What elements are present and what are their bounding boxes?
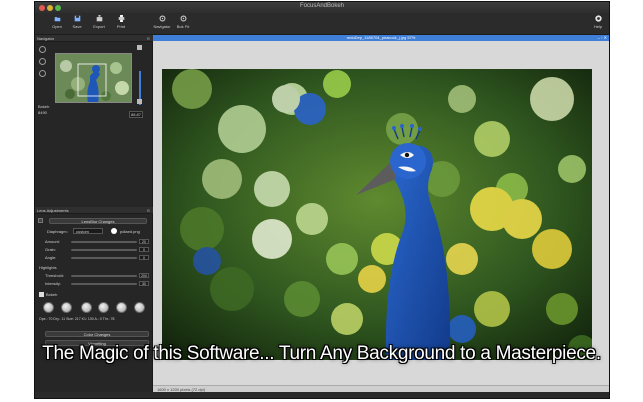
hand-tool-button[interactable]	[39, 46, 46, 53]
lensblur-toggle[interactable]	[38, 218, 43, 223]
diaphragm-shape-icon	[111, 228, 117, 234]
amount-row[interactable]: Amount: 20	[45, 239, 151, 245]
angle-slider[interactable]	[71, 257, 137, 259]
zoom-in-icon[interactable]	[137, 45, 142, 50]
image-title-bar: reduDep_1185704_peacock_j.jpg 57% – ▫ ✕	[153, 35, 609, 41]
open-icon	[54, 17, 60, 22]
bokeh-section-label: Bokeh	[46, 292, 58, 297]
bokeh-checkbox[interactable]	[39, 292, 44, 297]
opening-knob[interactable]	[43, 302, 54, 313]
size-knob[interactable]	[81, 302, 92, 313]
zoom-out-icon[interactable]	[137, 99, 142, 104]
threshold-slider[interactable]	[71, 275, 137, 277]
zoom-tool-button[interactable]	[39, 58, 46, 65]
lensblur-changes-button[interactable]: LensBlur Changes	[49, 218, 147, 224]
diaphragm-label: Diaphragm:	[47, 229, 68, 234]
zoom-value-field[interactable]: 88.87	[129, 111, 144, 118]
app-window: FocusAndBokeh Open Save Export Print Nav…	[34, 1, 610, 399]
print-button[interactable]: Print	[110, 15, 132, 29]
export-button[interactable]: Export	[88, 15, 110, 29]
image-area: reduDep_1185704_peacock_j.jpg 57% – ▫ ✕	[153, 35, 609, 392]
angle-row[interactable]: Angle: 0	[45, 255, 151, 261]
export-icon	[96, 15, 102, 22]
intensity-row[interactable]: Intensity: 30	[45, 281, 151, 287]
title-bar: FocusAndBokeh	[35, 2, 609, 13]
gear-icon	[159, 15, 165, 22]
diaphragm-select[interactable]: custom	[73, 228, 103, 234]
save-icon	[74, 15, 80, 22]
promo-caption: The Magic of this Software... Turn Any B…	[42, 343, 601, 364]
lens-adjustments-header: Lens Adjustments ⊖	[35, 207, 153, 214]
right-margin	[610, 0, 643, 402]
bokeh-value: 8490	[38, 110, 47, 115]
app-stage: FocusAndBokeh Open Save Export Print Nav…	[0, 0, 643, 402]
print-icon	[118, 15, 124, 22]
color-changes-button[interactable]: Color Changes	[45, 331, 149, 337]
window-title: FocusAndBokeh	[299, 3, 345, 9]
navigator-header: Navigator ⊖	[35, 35, 153, 42]
peacock-thumbnail	[56, 54, 131, 102]
peacock-photo[interactable]	[162, 69, 592, 360]
help-icon	[594, 15, 602, 22]
highlights-label: Highlights	[39, 265, 57, 270]
threshold-row[interactable]: Threshold: 200	[45, 273, 151, 279]
help-button[interactable]: Help	[587, 15, 609, 29]
status-bar: 1600 x 1200 pixels (72 dpi)	[153, 385, 609, 392]
save-button[interactable]: Save	[66, 15, 88, 29]
bokeh-label: Bokeh	[38, 104, 50, 109]
grain-row[interactable]: Grain: 0	[45, 247, 151, 253]
threshold-knob[interactable]	[134, 302, 145, 313]
amount-slider[interactable]	[71, 241, 137, 243]
image-size-text: 1600 x 1200 pixels (72 dpi)	[157, 387, 206, 392]
fit-tool-button[interactable]	[39, 70, 46, 77]
collapse-icon[interactable]: ⊖	[147, 208, 150, 213]
bokeh-fit-button[interactable]: Bok Fit	[172, 15, 194, 29]
open-button[interactable]: Open	[46, 15, 68, 29]
navigator-thumbnail[interactable]	[55, 53, 132, 103]
bokeh-image	[162, 69, 592, 360]
diaphragm-file: pdiaed.png	[120, 229, 140, 234]
angle-knob[interactable]	[116, 302, 127, 313]
k1-knob[interactable]	[98, 302, 109, 313]
toolbar: Open Save Export Print Navigator Bok Fit	[35, 13, 609, 35]
collapse-icon[interactable]: ⊖	[147, 36, 150, 41]
window-controls-icon[interactable]: – ▫ ✕	[598, 35, 607, 41]
left-panel: Navigator ⊖ Bokeh 8490 88.87 Lens Adjust…	[35, 35, 153, 392]
navigator-button[interactable]: Navigator	[151, 15, 173, 29]
dry-knob[interactable]	[61, 302, 72, 313]
knob-values: Ope.: 70 Dry.: 11 Size: 217 K1: 100 A.: …	[39, 317, 115, 321]
gear-icon	[180, 15, 186, 22]
intensity-slider[interactable]	[71, 283, 137, 285]
grain-slider[interactable]	[71, 249, 137, 251]
